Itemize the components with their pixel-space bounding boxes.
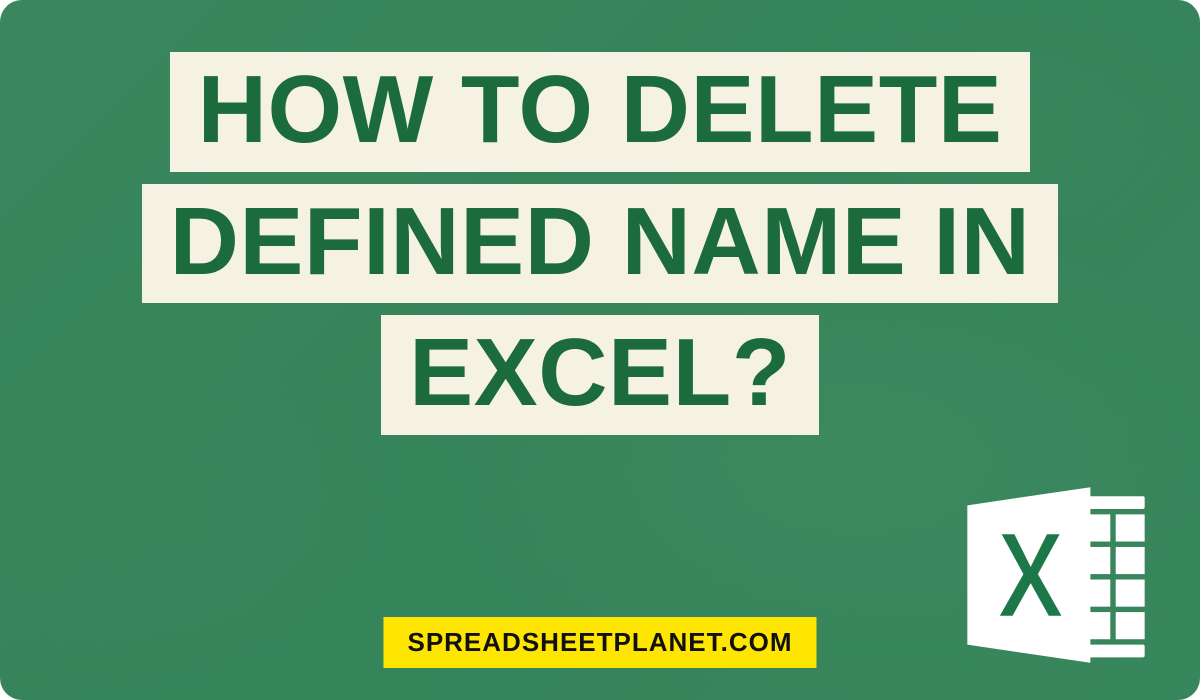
banner-container: HOW TO DELETE DEFINED NAME IN EXCEL? SPR… — [0, 0, 1200, 700]
headline: HOW TO DELETE DEFINED NAME IN EXCEL? — [0, 52, 1200, 435]
headline-line-2: DEFINED NAME IN — [142, 184, 1059, 304]
headline-line-1: HOW TO DELETE — [170, 52, 1031, 172]
site-label: SPREADSHEETPLANET.COM — [383, 617, 816, 668]
headline-line-3: EXCEL? — [381, 315, 819, 435]
excel-icon — [956, 480, 1156, 670]
